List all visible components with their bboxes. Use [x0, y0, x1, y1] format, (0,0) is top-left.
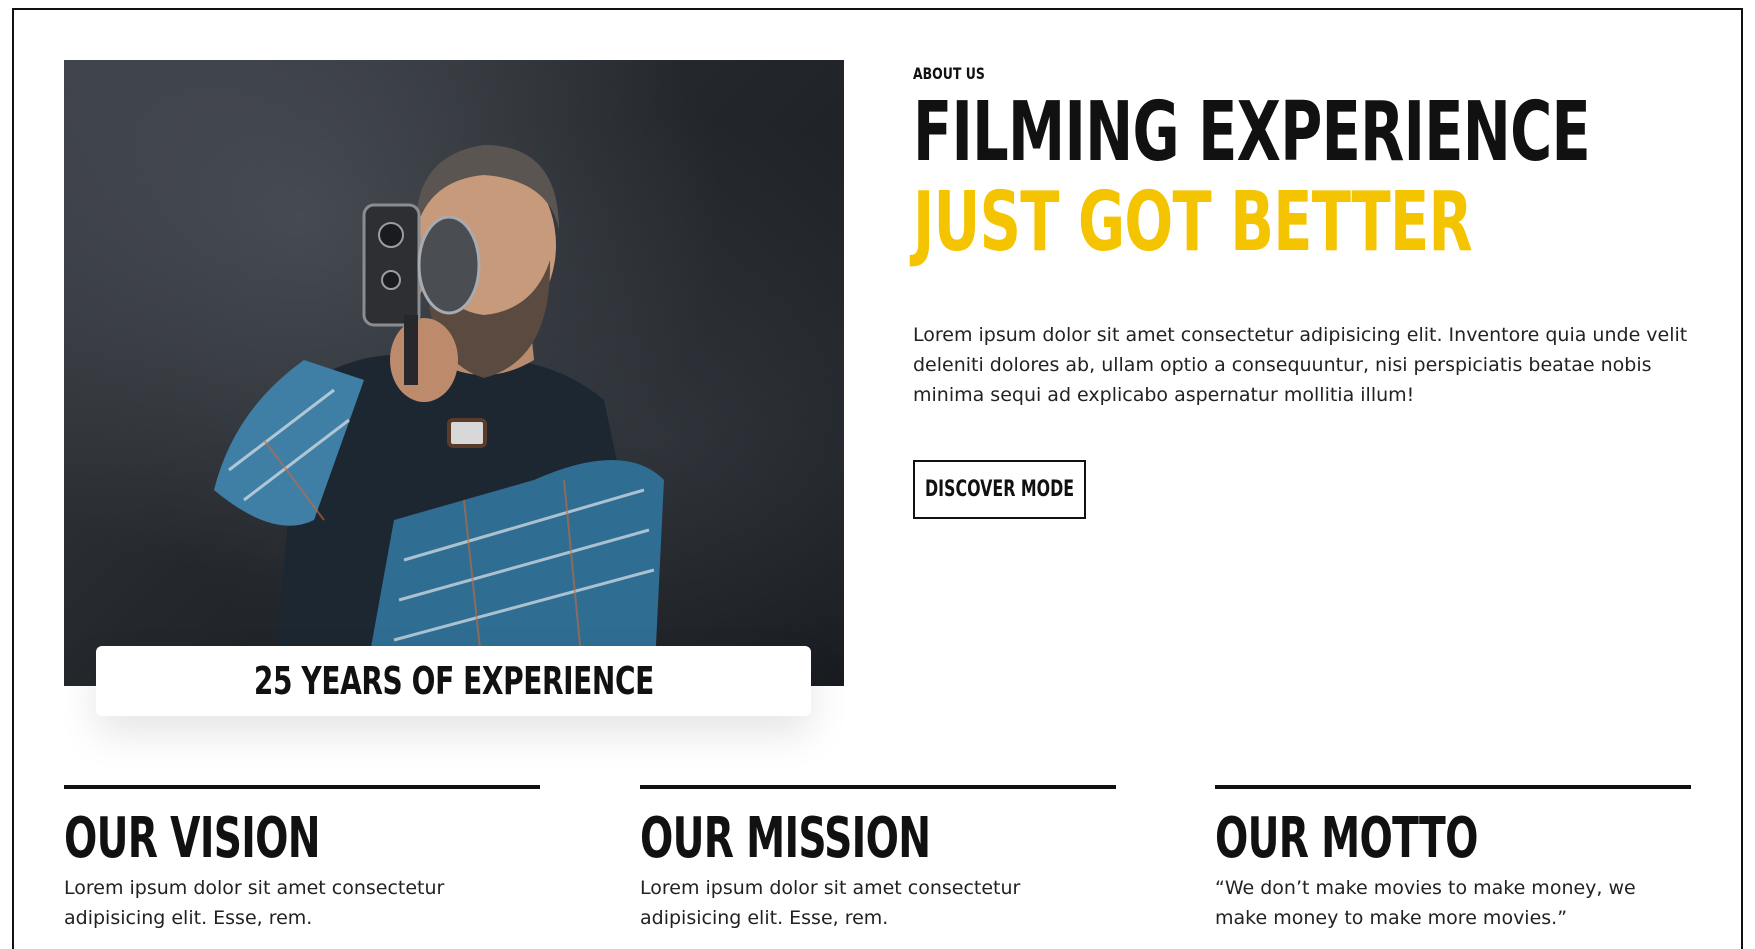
motto-title: OUR MOTTO: [1215, 806, 1478, 871]
vision-title: OUR VISION: [64, 806, 321, 871]
mission-card: OUR MISSION Lorem ipsum dolor sit amet c…: [640, 785, 1116, 933]
card-divider: [1215, 785, 1691, 789]
card-divider: [64, 785, 540, 789]
discover-mode-button-label: DISCOVER MODE: [924, 477, 1075, 502]
motto-card: OUR MOTTO “We don’t make movies to make …: [1215, 785, 1691, 933]
hero-photo: [64, 60, 844, 686]
vision-text: Lorem ipsum dolor sit amet consectetur a…: [64, 877, 445, 929]
cameraman-illustration: [214, 145, 664, 686]
headline-primary: FILMING EXPERIENCE: [913, 85, 1591, 180]
mission-title: OUR MISSION: [640, 806, 931, 871]
motto-text: “We don’t make movies to make money, we …: [1215, 877, 1636, 929]
experience-badge: 25 YEARS OF EXPERIENCE: [96, 646, 811, 716]
mission-text: Lorem ipsum dolor sit amet consectetur a…: [640, 877, 1021, 929]
headline-accent: JUST GOT BETTER: [913, 175, 1473, 270]
section-eyebrow: ABOUT US: [913, 64, 985, 83]
card-divider: [640, 785, 1116, 789]
discover-mode-button[interactable]: DISCOVER MODE: [913, 460, 1086, 519]
experience-badge-text: 25 YEARS OF EXPERIENCE: [253, 659, 654, 703]
vision-card: OUR VISION Lorem ipsum dolor sit amet co…: [64, 785, 540, 933]
about-description: Lorem ipsum dolor sit amet consectetur a…: [913, 324, 1688, 406]
